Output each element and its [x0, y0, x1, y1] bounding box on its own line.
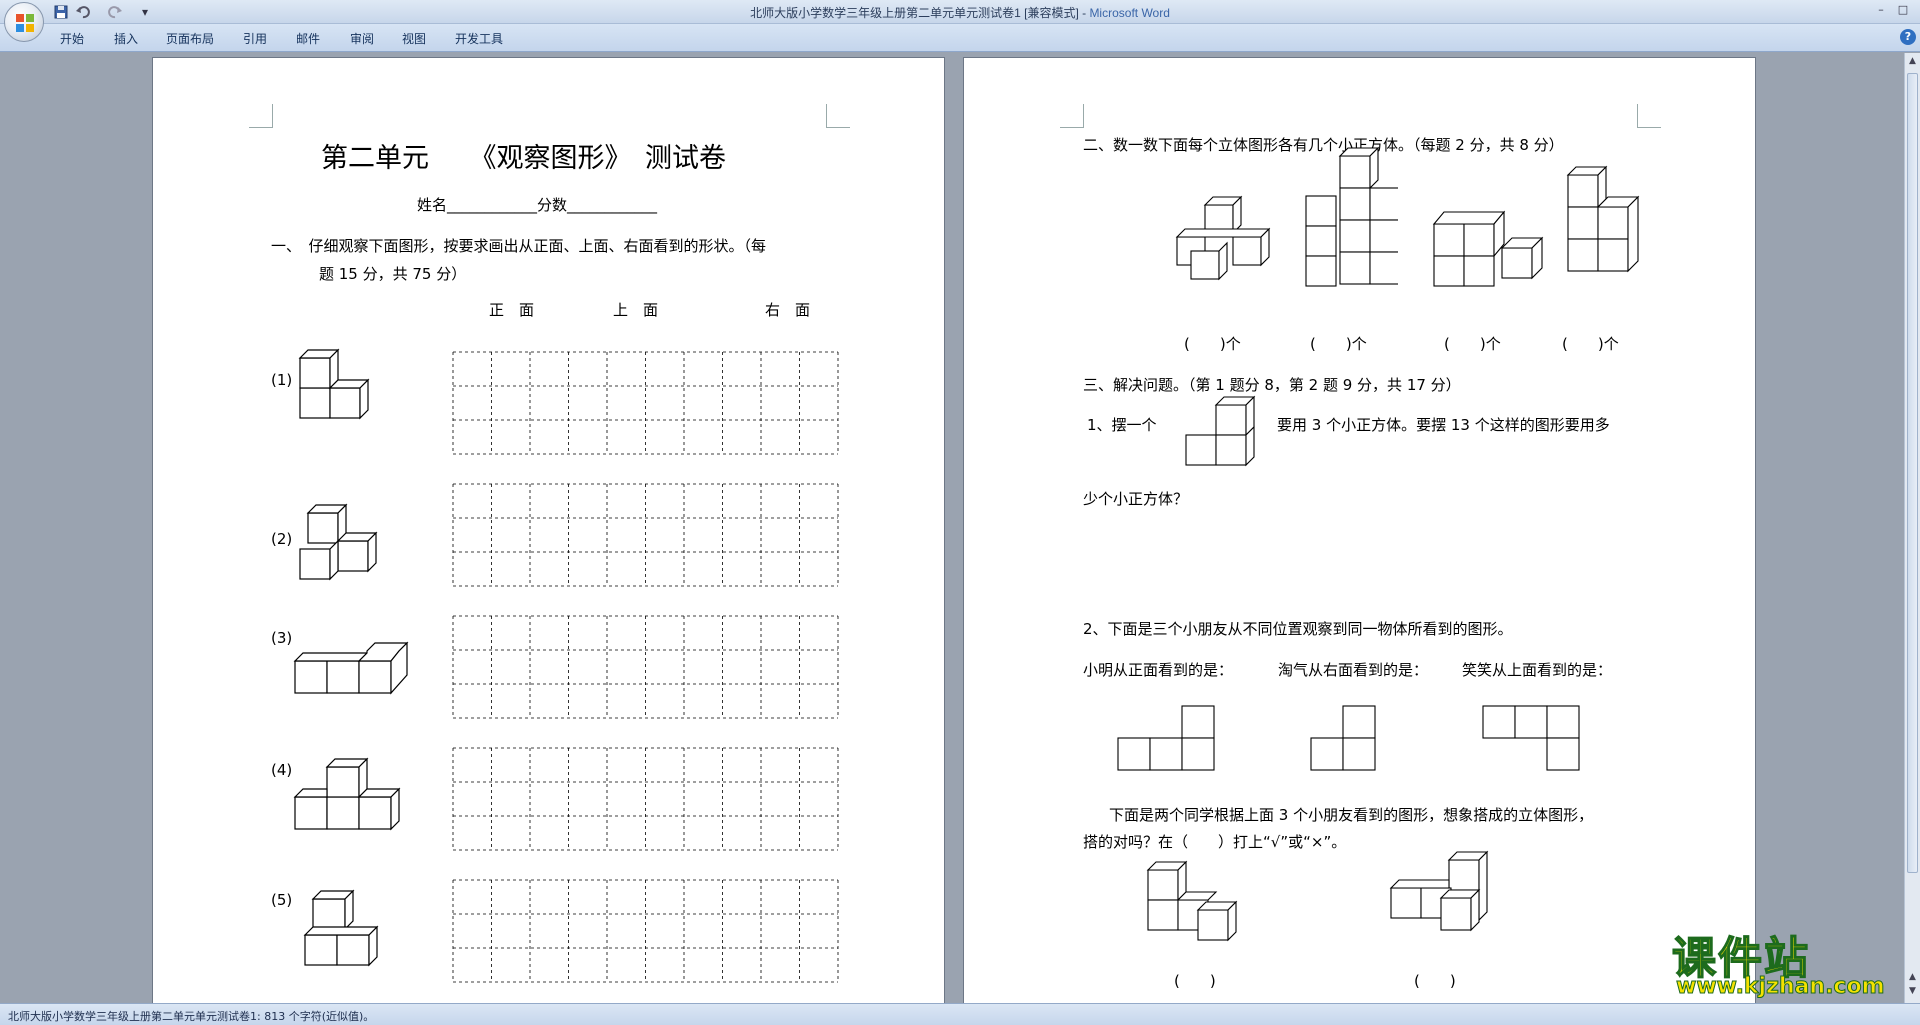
item-5-label: (5)	[271, 891, 293, 909]
right-view-figure	[1310, 705, 1376, 771]
watermark-url: www.kjzhan.com	[1676, 974, 1886, 1000]
cube-figure-5	[303, 889, 379, 967]
judge-blank-1[interactable]: ( )	[1174, 970, 1216, 991]
crop-mark	[826, 104, 850, 128]
question-3-1-part-b: 要用 3 个小正方体。要摆 13 个这样的图形要用多	[1277, 416, 1610, 434]
tab-review[interactable]: 审阅	[350, 30, 374, 47]
question-3-1-part-a: 1、摆一个	[1087, 416, 1157, 434]
tab-home[interactable]: 开始	[60, 30, 84, 47]
drawing-grid-5[interactable]	[452, 879, 839, 983]
drawing-grid-3[interactable]	[452, 615, 839, 719]
cube-figure-3	[293, 641, 409, 695]
help-icon[interactable]: ?	[1900, 29, 1916, 45]
ribbon-tab-bar: 开始 插入 页面布局 引用 邮件 审阅 视图 开发工具 ?	[0, 24, 1920, 52]
count-figure-2	[1305, 146, 1398, 287]
minimize-button[interactable]: –	[1870, 0, 1892, 20]
question-3: 三、解决问题。（第 1 题分 8，第 2 题 9 分，共 17 分）	[1083, 376, 1461, 394]
judge-blank-2[interactable]: ( )	[1414, 970, 1456, 991]
answer-blank-3[interactable]: ( )个	[1444, 333, 1501, 354]
small-cube-figure	[1185, 395, 1256, 467]
tab-page-layout[interactable]: 页面布局	[166, 30, 214, 47]
count-figure-4	[1566, 165, 1640, 273]
status-bar: 北师大版小学数学三年级上册第二单元单元测试卷1: 813 个字符(近似值)。	[0, 1003, 1920, 1025]
col-top-label: 上 面	[613, 301, 659, 319]
question-3-2: 2、下面是三个小朋友从不同位置观察到同一物体所看到的图形。	[1083, 620, 1513, 638]
item-4-label: (4)	[271, 761, 293, 779]
answer-blank-2[interactable]: ( )个	[1310, 333, 1367, 354]
view-xiaoming-label: 小明从正面看到的是：	[1083, 661, 1234, 679]
view-taoqi-label: 淘气从右面看到的是：	[1278, 661, 1429, 679]
crop-mark	[1637, 104, 1661, 128]
word-count-status[interactable]: 北师大版小学数学三年级上册第二单元单元测试卷1: 813 个字符(近似值)。	[8, 1008, 374, 1024]
judge-figure-2	[1389, 850, 1489, 932]
tab-view[interactable]: 视图	[402, 30, 426, 47]
cube-figure-2	[299, 503, 378, 581]
item-1-label: (1)	[271, 371, 293, 389]
view-xiaoxiao-label: 笑笑从上面看到的是：	[1462, 661, 1613, 679]
col-right-label: 右 面	[765, 301, 811, 319]
vertical-scrollbar[interactable]: ▲ ▲ ▼	[1904, 53, 1920, 1003]
tab-developer[interactable]: 开发工具	[455, 30, 503, 47]
question-3-1-part-c: 少个小正方体？	[1083, 490, 1189, 508]
count-figure-3	[1432, 210, 1544, 287]
drawing-grid-4[interactable]	[452, 747, 839, 851]
office-button[interactable]	[4, 2, 44, 42]
item-3-label: (3)	[271, 629, 293, 647]
name-score-line: 姓名____________分数____________	[417, 196, 658, 214]
count-figure-1	[1175, 195, 1271, 281]
document-area[interactable]: 第二单元 《观察图形》 测试卷 姓名____________分数________…	[0, 53, 1904, 1003]
question-1-line2: 题 15 分，共 75 分）	[319, 265, 467, 283]
cube-figure-1	[298, 348, 370, 420]
answer-blank-1[interactable]: ( )个	[1184, 333, 1241, 354]
front-view-figure	[1117, 705, 1215, 771]
judge-figure-1	[1146, 860, 1238, 942]
page-title: 第二单元 《观察图形》 测试卷	[321, 143, 726, 174]
document-name: 北师大版小学数学三年级上册第二单元单元测试卷1 [兼容模式] -	[750, 6, 1090, 20]
answer-blank-4[interactable]: ( )个	[1562, 333, 1619, 354]
app-name: Microsoft Word	[1089, 6, 1170, 20]
tab-mailings[interactable]: 邮件	[296, 30, 320, 47]
page-right[interactable]: 二、数一数下面每个立体图形各有几个小正方体。（每题 2 分，共 8 分） ()…	[963, 57, 1756, 1003]
crop-mark	[1060, 104, 1084, 128]
top-view-figure	[1482, 705, 1580, 771]
scroll-up-icon[interactable]: ▲	[1906, 55, 1919, 68]
cube-figure-4	[293, 757, 401, 831]
window-title: 北师大版小学数学三年级上册第二单元单元测试卷1 [兼容模式] - Microso…	[0, 4, 1920, 21]
tab-references[interactable]: 引用	[243, 30, 267, 47]
office-logo-icon	[16, 14, 34, 32]
title-bar: ▾ 北师大版小学数学三年级上册第二单元单元测试卷1 [兼容模式] - Micro…	[0, 0, 1920, 42]
item-2-label: (2)	[271, 530, 293, 548]
scroll-thumb[interactable]	[1907, 73, 1918, 873]
drawing-grid-1[interactable]	[452, 351, 839, 455]
col-front-label: 正 面	[489, 301, 535, 319]
restore-button[interactable]: □	[1892, 0, 1914, 20]
question-1-line1: 一、 仔细观察下面图形，按要求画出从正面、上面、右面看到的形状。（每	[271, 237, 767, 255]
page-left[interactable]: 第二单元 《观察图形》 测试卷 姓名____________分数________…	[152, 57, 945, 1003]
crop-mark	[249, 104, 273, 128]
question-3-2b-line1: 下面是两个同学根据上面 3 个小朋友看到的图形，想象搭成的立体图形，	[1109, 806, 1594, 824]
drawing-grids	[452, 351, 839, 983]
question-3-2b-line2: 搭的对吗？在（ ）打上“√”或“×”。	[1083, 833, 1347, 851]
drawing-grid-2[interactable]	[452, 483, 839, 587]
tab-insert[interactable]: 插入	[114, 30, 138, 47]
watermark-logo: 课件站 www.kjzhan.com	[1668, 922, 1908, 1002]
